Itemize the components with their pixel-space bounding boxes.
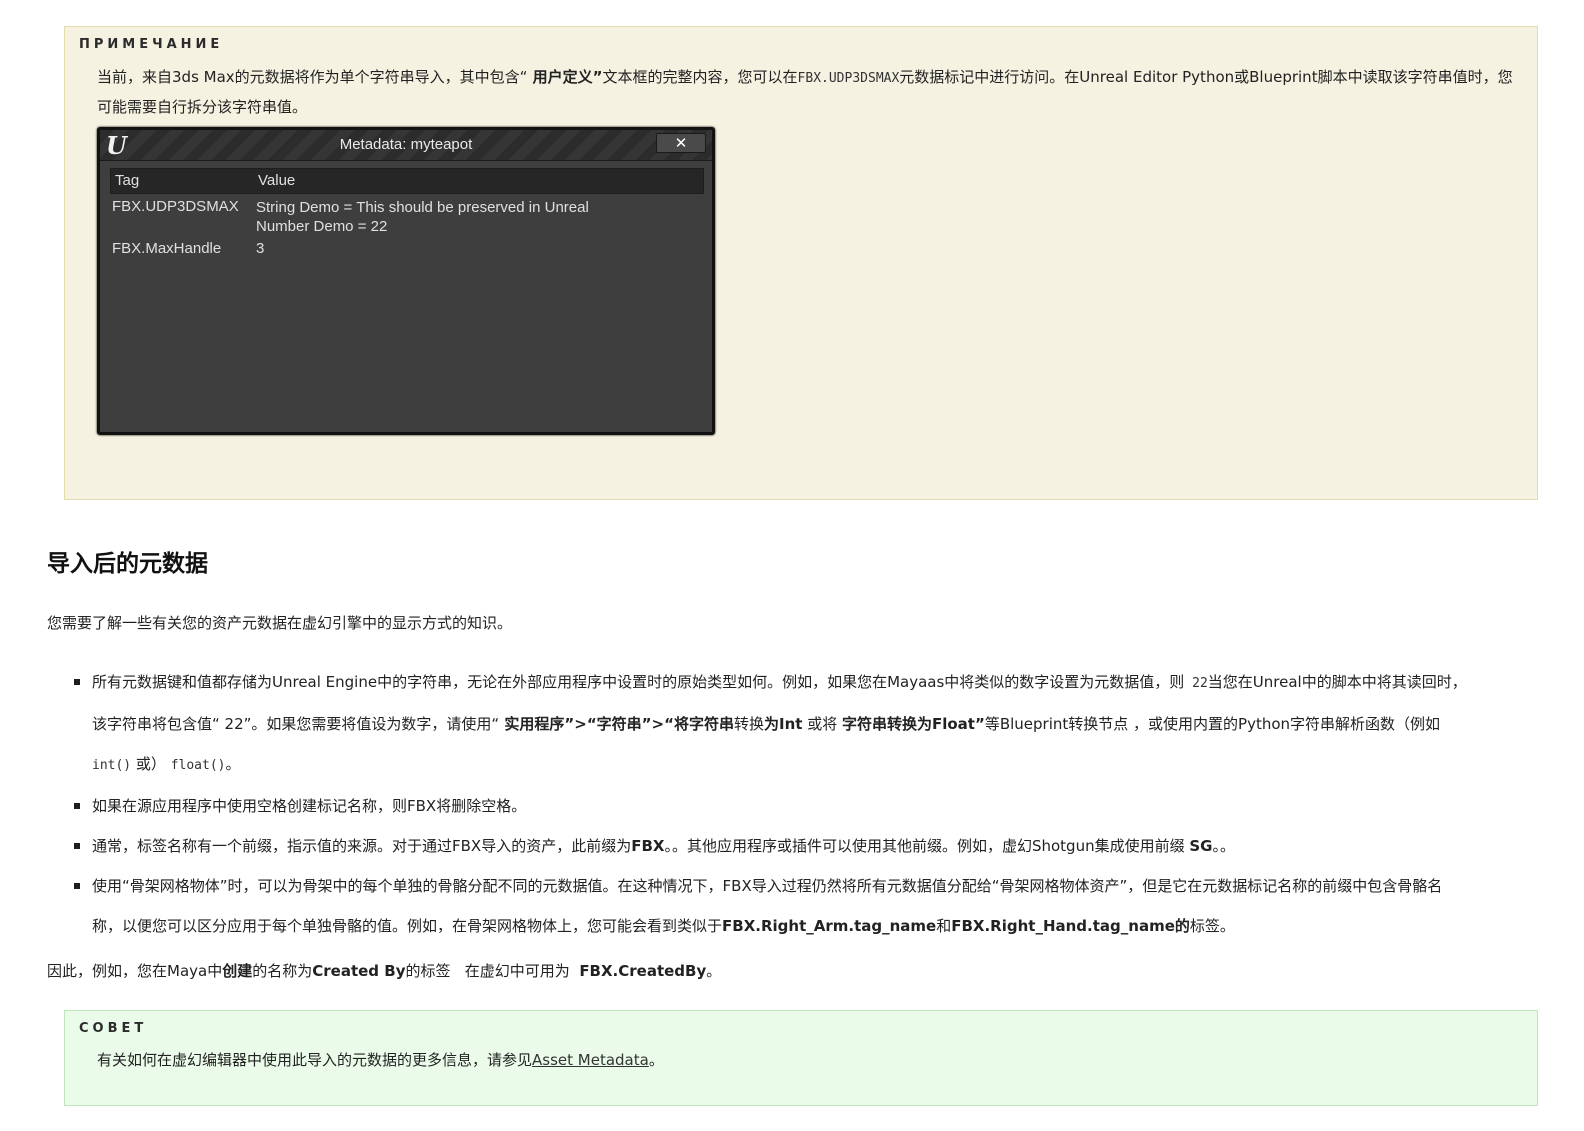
note-text: 当前，来自3ds Max的元数据将作为单个字符串导入，其中包含“ 用户定义”文本… xyxy=(97,63,1517,121)
text: 的标签 在虚幻中可用为 xyxy=(405,962,580,980)
section-intro: 您需要了解一些有关您的资产元数据在虚幻引擎中的显示方式的知识。 xyxy=(47,614,513,632)
text: 转换 xyxy=(733,715,764,733)
row-tag-cell[interactable]: FBX.MaxHandle xyxy=(112,240,221,257)
row-value-cell[interactable]: String Demo = This should be preserved i… xyxy=(256,198,589,236)
text: 。 xyxy=(225,755,241,773)
bold-text: FBX.Right_Hand.tag_name的 xyxy=(951,917,1190,935)
text: 。。其他应用程序或插件可以使用其他前缀。例如，虚幻Shotgun集成使用前缀 xyxy=(664,837,1190,855)
bold-text: FBX.CreatedBy xyxy=(579,962,707,980)
bullet-icon xyxy=(74,843,80,849)
text: 。 xyxy=(648,1051,664,1069)
metadata-dialog: U Metadata: myteapot ✕ Tag Value FBX.UDP… xyxy=(97,127,715,435)
text: 所有元数据键和值都存储为Unreal Engine中的字符串，无论在外部应用程序… xyxy=(92,673,1185,691)
bold-text: FBX xyxy=(631,837,665,855)
note-callout: ПРИМЕЧАНИЕ 当前，来自3ds Max的元数据将作为单个字符串导入，其中… xyxy=(64,26,1538,500)
note-text-part: 当前，来自3ds Max的元数据将作为单个字符串导入，其中包含“ xyxy=(97,68,528,86)
bullet-icon xyxy=(74,679,80,685)
inline-code: int() xyxy=(92,758,132,773)
bullet-icon xyxy=(74,883,80,889)
note-text-part: 文本框的完整内容，您可以在 xyxy=(602,68,798,86)
text: 有关如何在虚幻编辑器中使用此导入的元数据的更多信息，请参见 xyxy=(97,1051,533,1069)
section-title: 导入后的元数据 xyxy=(47,551,208,577)
tip-heading: СОВЕТ xyxy=(79,1021,148,1036)
dialog-title: Metadata: myteapot xyxy=(339,136,473,153)
asset-metadata-link[interactable]: Asset Metadata xyxy=(532,1051,649,1069)
bold-text: Created By xyxy=(312,962,406,980)
note-bold: 用户定义” xyxy=(527,68,603,86)
text: 当您在Unreal中的脚本中将其读回时， xyxy=(1207,673,1467,691)
example-paragraph: 因此，例如，您在Maya中创建的名称为Created By的标签 在虚幻中可用为… xyxy=(47,960,721,981)
row-tag-cell[interactable]: FBX.UDP3DSMAX xyxy=(112,198,239,215)
inline-code: 22 xyxy=(1184,676,1208,691)
text: 因此，例如，您在Maya中 xyxy=(47,962,223,980)
text: 该字符串将包含值“ 22”。如果您需要将值设为数字，请使用“ xyxy=(92,715,500,733)
text: 标签。 xyxy=(1189,917,1235,935)
text: 如果在源应用程序中使用空格创建标记名称，则FBX将删除空格。 xyxy=(92,797,527,815)
bold-text: SG xyxy=(1189,837,1213,855)
bullet-icon xyxy=(74,803,80,809)
text: 使用“骨架网格物体”时，可以为骨架中的每个单独的骨骼分配不同的元数据值。在这种情… xyxy=(92,877,1443,895)
metadata-table-header: Tag Value xyxy=(110,168,704,194)
tip-callout: СОВЕТ 有关如何在虚幻编辑器中使用此导入的元数据的更多信息，请参见Asset… xyxy=(64,1010,1538,1106)
inline-code: float() xyxy=(170,758,226,773)
text: 或） xyxy=(131,755,166,773)
bold-text: 为Int xyxy=(763,715,803,733)
dialog-titlebar[interactable]: U Metadata: myteapot ✕ xyxy=(100,130,712,161)
note-heading: ПРИМЕЧАНИЕ xyxy=(79,37,224,52)
text: 。。 xyxy=(1212,837,1235,855)
list-item: 所有元数据键和值都存储为Unreal Engine中的字符串，无论在外部应用程序… xyxy=(72,662,1552,786)
column-header-tag[interactable]: Tag xyxy=(115,172,139,189)
close-button[interactable]: ✕ xyxy=(656,133,706,153)
bold-text: 字符串转换为Float” xyxy=(841,715,985,733)
text: 等Blueprint转换节点 ，或使用内置的Python字符串解析函数（例如 xyxy=(984,715,1441,733)
list-item: 通常，标签名称有一个前缀，指示值的来源。对于通过FBX导入的资产，此前缀为FBX… xyxy=(72,826,1552,866)
list-item: 使用“骨架网格物体”时，可以为骨架中的每个单独的骨骼分配不同的元数据值。在这种情… xyxy=(72,866,1552,946)
column-header-value[interactable]: Value xyxy=(258,172,295,189)
list-item: 如果在源应用程序中使用空格创建标记名称，则FBX将删除空格。 xyxy=(72,786,1552,826)
row-value-cell[interactable]: 3 xyxy=(256,240,264,257)
tip-text: 有关如何在虚幻编辑器中使用此导入的元数据的更多信息，请参见Asset Metad… xyxy=(97,1049,664,1070)
value-line: Number Demo = 22 xyxy=(256,218,388,235)
note-code: FBX.UDP3DSMAX xyxy=(797,71,900,86)
value-line: String Demo = This should be preserved i… xyxy=(256,199,589,216)
bullet-list: 所有元数据键和值都存储为Unreal Engine中的字符串，无论在外部应用程序… xyxy=(72,662,1552,946)
text: 通常，标签名称有一个前缀，指示值的来源。对于通过FBX导入的资产，此前缀为 xyxy=(92,837,632,855)
text: 。 xyxy=(706,962,722,980)
text: 或将 xyxy=(802,715,842,733)
text: 的名称为 xyxy=(252,962,313,980)
bold-text: 实用程序”>“字符串”>“将字符串 xyxy=(499,715,734,733)
text: 和 xyxy=(936,917,952,935)
bold-text: FBX.Right_Arm.tag_name xyxy=(722,917,937,935)
text: 称，以便您可以区分应用于每个单独骨骼的值。例如，在骨架网格物体上，您可能会看到类… xyxy=(92,917,723,935)
bold-text: 创建 xyxy=(222,962,253,980)
